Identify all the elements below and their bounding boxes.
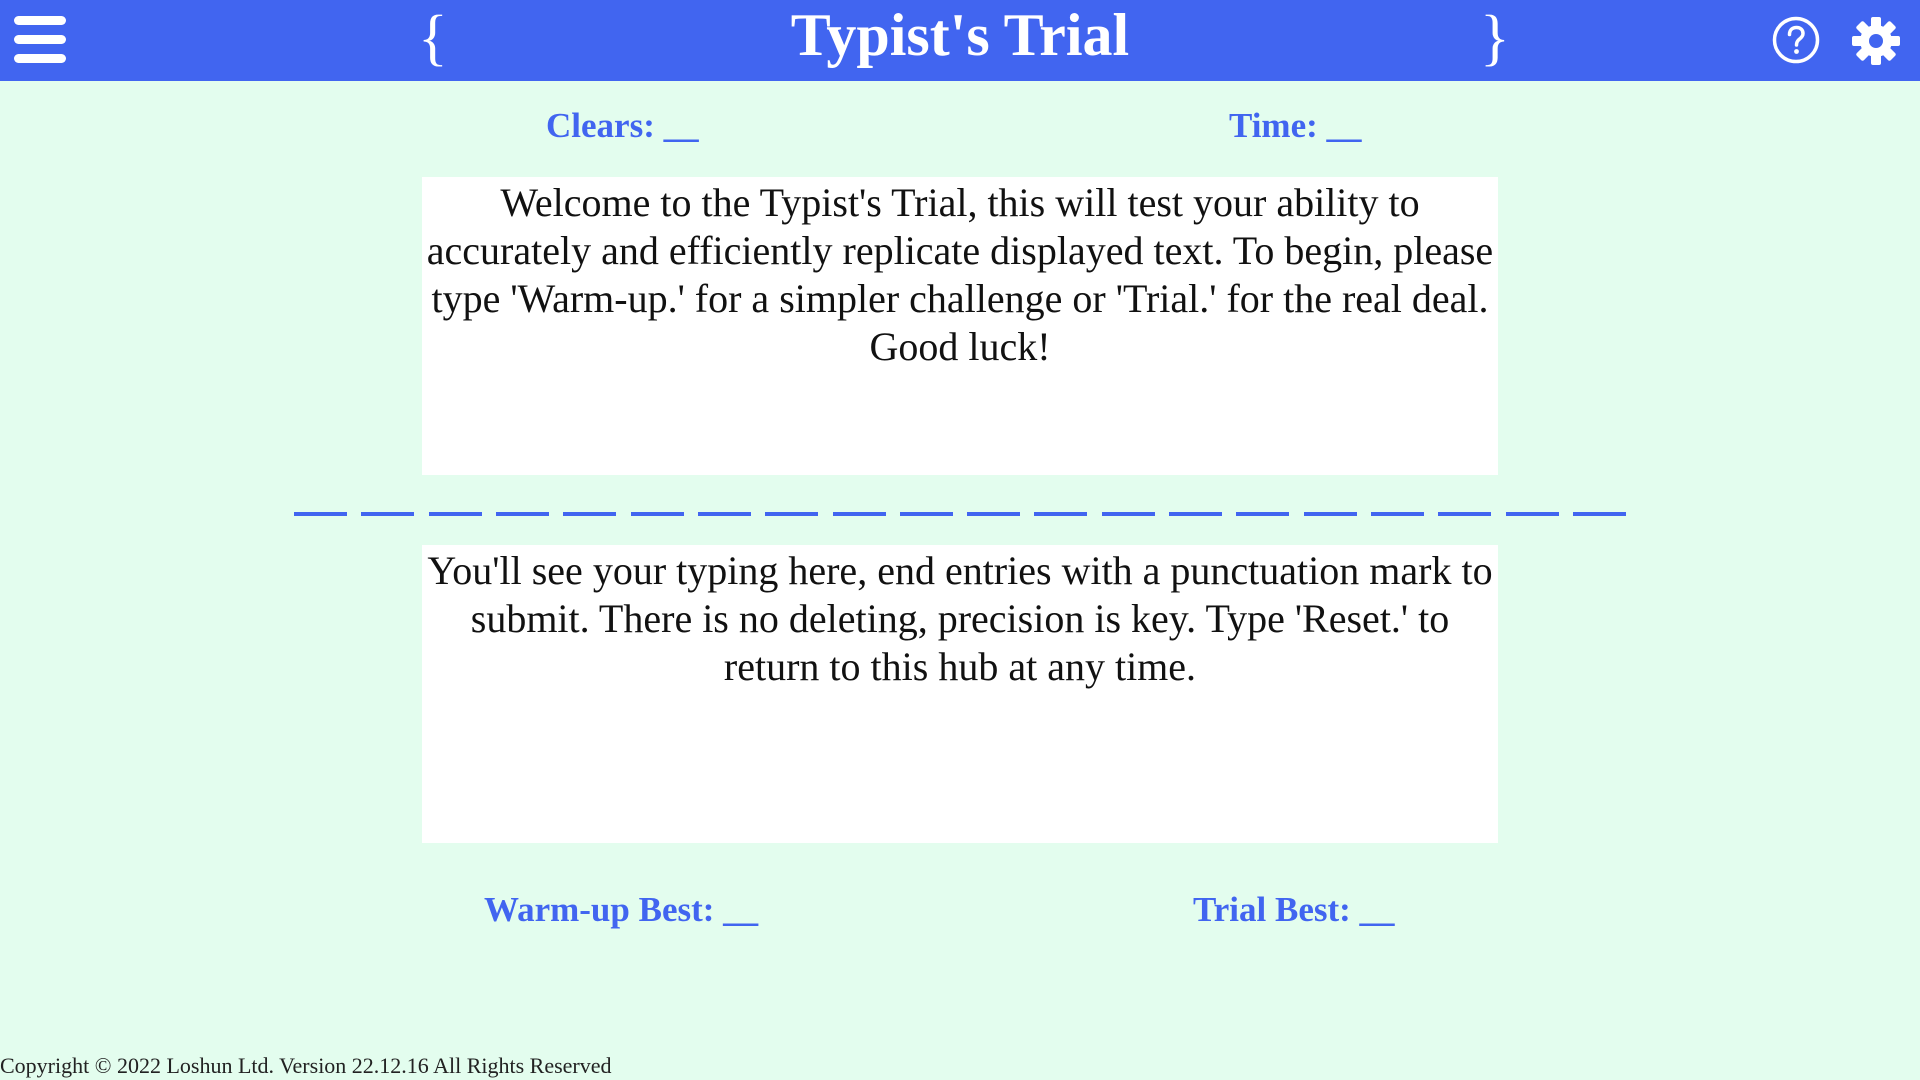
header-bar: { Typist's Trial }	[0, 0, 1920, 81]
answer-blank-slot	[495, 512, 549, 516]
time-counter: Time: __	[1229, 106, 1362, 145]
right-brace: }	[1480, 4, 1510, 72]
answer-blank-slot	[1101, 512, 1155, 516]
warmup-best-score: Warm-up Best: __	[484, 890, 759, 929]
answer-blank-slot	[832, 512, 886, 516]
answer-blank-slot	[1438, 512, 1492, 516]
answer-blank-slot	[1371, 512, 1424, 516]
answer-blank-slot	[361, 512, 415, 516]
trial-best-score: Trial Best: __	[1193, 890, 1395, 929]
answer-blank-slot	[1505, 512, 1559, 516]
answer-blank-slot	[899, 512, 953, 516]
answer-blank-slot	[1034, 512, 1088, 516]
answer-blank-slot	[697, 512, 751, 516]
typing-display-panel: You'll see your typing here, end entries…	[422, 545, 1498, 843]
help-circle-icon[interactable]	[1772, 16, 1820, 64]
answer-blank-slot	[294, 512, 347, 516]
clears-counter: Clears: __	[546, 106, 699, 145]
answer-blank-slot	[1572, 512, 1626, 516]
answer-blank-slot	[765, 512, 819, 516]
answer-blank-slot	[967, 512, 1021, 516]
answer-blank-slots	[294, 496, 1626, 516]
copyright-footer: Copyright © 2022 Loshun Ltd. Version 22.…	[0, 1053, 612, 1078]
answer-blank-slot	[1236, 512, 1290, 516]
answer-blank-slot	[428, 512, 482, 516]
prompt-panel: Welcome to the Typist's Trial, this will…	[422, 177, 1498, 475]
gear-icon[interactable]	[1851, 16, 1901, 66]
answer-blank-slot	[1303, 512, 1357, 516]
answer-blank-slot	[630, 512, 684, 516]
answer-blank-slot	[563, 512, 617, 516]
page-title: Typist's Trial	[790, 2, 1130, 68]
answer-blank-slot	[1169, 512, 1223, 516]
